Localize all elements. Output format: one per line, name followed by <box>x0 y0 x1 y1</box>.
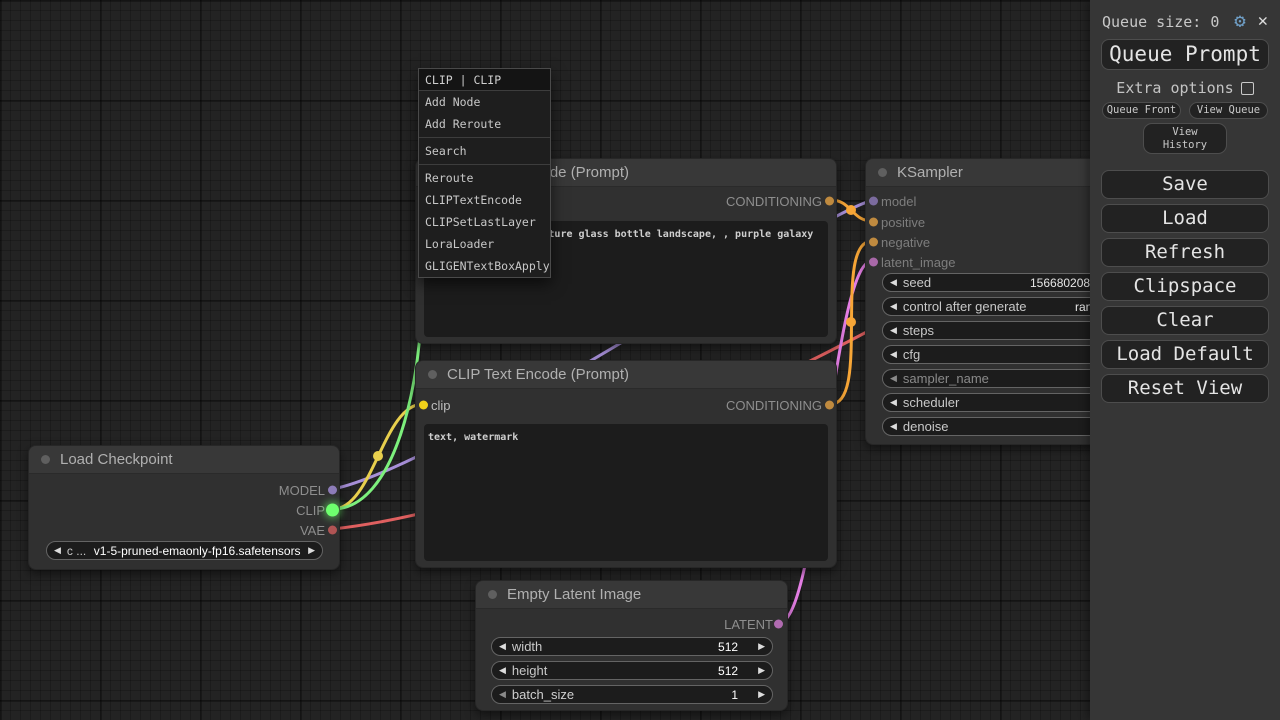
output-latent: LATENT <box>476 616 787 632</box>
menu-item-clipsetlastlayer[interactable]: CLIPSetLastLayer <box>419 211 550 233</box>
node-title: CLIP Text Encode (Prompt) <box>447 366 629 383</box>
decrement-arrow-icon[interactable]: ◀ <box>890 302 897 311</box>
output-vae: VAE <box>29 522 339 538</box>
positive-input-dot[interactable] <box>869 218 878 227</box>
view-queue-button[interactable]: View Queue <box>1189 102 1268 119</box>
menu-item-add-node[interactable]: Add Node <box>419 91 550 113</box>
node-title: Empty Latent Image <box>507 586 641 603</box>
widget-value: v1-5-pruned-emaonly-fp16.safetensors <box>94 544 301 558</box>
collapse-dot-icon[interactable] <box>878 168 887 177</box>
menu-item-add-reroute[interactable]: Add Reroute <box>419 113 550 135</box>
context-menu-title: CLIP | CLIP <box>419 69 550 91</box>
latent-output-dot[interactable] <box>774 620 783 629</box>
batch-size-widget[interactable]: ◀ batch_size 1 ▶ <box>491 685 773 704</box>
decrement-arrow-icon[interactable]: ◀ <box>890 398 897 407</box>
negative-input-dot[interactable] <box>869 238 878 247</box>
link-dot-clip <box>373 451 383 461</box>
output-clip: CLIP <box>29 502 339 518</box>
decrement-arrow-icon[interactable]: ◀ <box>890 326 897 335</box>
menu-item-loraloader[interactable]: LoraLoader <box>419 233 550 255</box>
decrement-arrow-icon[interactable]: ◀ <box>54 546 61 555</box>
menu-separator <box>419 137 550 138</box>
width-widget[interactable]: ◀ width 512 ▶ <box>491 637 773 656</box>
ckpt-name-widget[interactable]: ◀ c ... v1-5-pruned-emaonly-fp16.safeten… <box>46 541 323 560</box>
queue-size-label: Queue size: 0 <box>1102 13 1219 31</box>
widget-value: 512 <box>718 640 738 654</box>
slot-row: clip CONDITIONING <box>416 397 836 413</box>
load-button[interactable]: Load <box>1101 204 1269 233</box>
clip-input-dot[interactable] <box>419 401 428 410</box>
menu-item-cliptextencode[interactable]: CLIPTextEncode <box>419 189 550 211</box>
decrement-arrow-icon[interactable]: ◀ <box>890 350 897 359</box>
widget-label: c ... <box>67 544 86 558</box>
menu-separator <box>419 164 550 165</box>
save-button[interactable]: Save <box>1101 170 1269 199</box>
increment-arrow-icon[interactable]: ▶ <box>758 666 765 675</box>
vae-output-dot[interactable] <box>328 526 337 535</box>
view-history-button[interactable]: View History <box>1143 123 1227 154</box>
node-title-bar[interactable]: Empty Latent Image <box>476 581 787 609</box>
height-widget[interactable]: ◀ height 512 ▶ <box>491 661 773 680</box>
decrement-arrow-icon[interactable]: ◀ <box>890 278 897 287</box>
menu-item-gligentextboxapply[interactable]: GLIGENTextBoxApply <box>419 255 550 277</box>
menu-item-search[interactable]: Search <box>419 140 550 162</box>
node-clip-text-encode-2[interactable]: CLIP Text Encode (Prompt) clip CONDITION… <box>415 360 837 568</box>
clipspace-button[interactable]: Clipspace <box>1101 272 1269 301</box>
node-title: KSampler <box>897 164 963 181</box>
reset-view-button[interactable]: Reset View <box>1101 374 1269 403</box>
node-empty-latent-image[interactable]: Empty Latent Image LATENT ◀ width 512 ▶ … <box>475 580 788 711</box>
context-menu: CLIP | CLIP Add Node Add Reroute Search … <box>418 68 551 278</box>
prompt-textarea[interactable]: text, watermark <box>424 424 828 561</box>
collapse-dot-icon[interactable] <box>488 590 497 599</box>
conditioning-output-dot[interactable] <box>825 197 834 206</box>
link-dot-negative <box>846 317 856 327</box>
link-dot-positive <box>846 205 856 215</box>
node-load-checkpoint[interactable]: Load Checkpoint MODEL CLIP VAE ◀ c ... v… <box>28 445 340 570</box>
clear-button[interactable]: Clear <box>1101 306 1269 335</box>
decrement-arrow-icon[interactable]: ◀ <box>499 690 506 699</box>
refresh-button[interactable]: Refresh <box>1101 238 1269 267</box>
model-input-dot[interactable] <box>869 197 878 206</box>
node-title-bar[interactable]: Load Checkpoint <box>29 446 339 474</box>
decrement-arrow-icon[interactable]: ◀ <box>890 374 897 383</box>
load-default-button[interactable]: Load Default <box>1101 340 1269 369</box>
increment-arrow-icon[interactable]: ▶ <box>758 690 765 699</box>
decrement-arrow-icon[interactable]: ◀ <box>499 642 506 651</box>
settings-gear-icon[interactable]: ⚙ <box>1234 12 1245 31</box>
collapse-dot-icon[interactable] <box>428 370 437 379</box>
collapse-dot-icon[interactable] <box>41 455 50 464</box>
close-icon[interactable]: ✕ <box>1252 13 1268 30</box>
node-title: Load Checkpoint <box>60 451 173 468</box>
comfyui-app: Load Checkpoint MODEL CLIP VAE ◀ c ... v… <box>0 0 1280 720</box>
latent-image-input-dot[interactable] <box>869 258 878 267</box>
decrement-arrow-icon[interactable]: ◀ <box>890 422 897 431</box>
menu-item-reroute[interactable]: Reroute <box>419 167 550 189</box>
widget-value: 1 <box>731 688 738 702</box>
model-output-dot[interactable] <box>328 486 337 495</box>
increment-arrow-icon[interactable]: ▶ <box>758 642 765 651</box>
comfy-menu-panel: Queue size: 0 ⚙ ✕ Queue Prompt Extra opt… <box>1090 0 1280 720</box>
increment-arrow-icon[interactable]: ▶ <box>308 546 315 555</box>
extra-options-checkbox[interactable] <box>1241 82 1254 95</box>
conditioning-output-dot[interactable] <box>825 401 834 410</box>
extra-options-label: Extra options <box>1116 79 1233 97</box>
widget-value: 512 <box>718 664 738 678</box>
decrement-arrow-icon[interactable]: ◀ <box>499 666 506 675</box>
node-title-bar[interactable]: CLIP Text Encode (Prompt) <box>416 361 836 389</box>
widget-value: 1566802087 <box>1030 276 1097 290</box>
output-model: MODEL <box>29 482 339 498</box>
clip-output-dot-active[interactable] <box>326 504 339 517</box>
queue-front-button[interactable]: Queue Front <box>1102 102 1181 119</box>
queue-prompt-button[interactable]: Queue Prompt <box>1101 39 1269 70</box>
